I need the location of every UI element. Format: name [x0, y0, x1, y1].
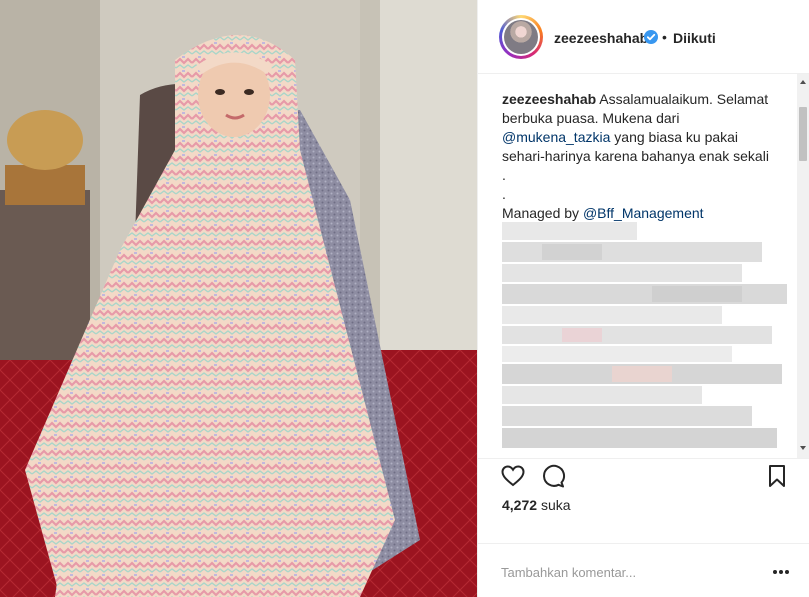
mention-link-management[interactable]: @Bff_Management	[583, 205, 704, 221]
follow-status-button[interactable]: Diikuti	[673, 30, 716, 46]
post-photo-illustration	[0, 0, 477, 597]
blurred-caption-content	[502, 222, 787, 454]
verified-badge-icon	[644, 30, 658, 44]
likes-count[interactable]: 4,272 suka	[502, 497, 571, 513]
scrollbar-thumb[interactable]	[799, 107, 807, 161]
caption-dot-2: .	[502, 186, 506, 202]
avatar[interactable]	[499, 15, 543, 59]
avatar-frame	[502, 18, 540, 56]
comment-input[interactable]	[501, 562, 741, 582]
likes-suffix: suka	[540, 497, 571, 513]
post-side-panel: zeezeeshahab • Diikuti zeezeeshahab Assa…	[477, 0, 809, 597]
caption: zeezeeshahab Assalamualaikum. Selamat be…	[502, 90, 772, 223]
username-link[interactable]: zeezeeshahab	[554, 30, 648, 46]
scroll-up-arrow-icon[interactable]	[797, 76, 809, 88]
post-actions: 4,272 suka	[478, 458, 809, 543]
caption-scrollbar[interactable]	[797, 74, 809, 458]
scroll-down-arrow-icon[interactable]	[797, 442, 809, 454]
likes-number: 4,272	[502, 497, 538, 513]
add-comment-section	[478, 543, 809, 597]
mention-link-mukena[interactable]: @mukena_tazkia	[502, 129, 610, 145]
avatar-image	[504, 20, 538, 54]
separator-dot: •	[662, 29, 667, 45]
caption-dot-1: .	[502, 167, 506, 183]
post-header: zeezeeshahab • Diikuti	[478, 0, 809, 74]
post-photo[interactable]	[0, 0, 477, 597]
bookmark-icon[interactable]	[766, 463, 788, 489]
caption-scroll-area[interactable]: zeezeeshahab Assalamualaikum. Selamat be…	[478, 74, 796, 457]
comment-icon[interactable]	[540, 463, 566, 489]
heart-icon[interactable]	[500, 463, 526, 489]
caption-username[interactable]: zeezeeshahab	[502, 91, 596, 107]
more-options-icon[interactable]	[772, 569, 790, 575]
managed-by-text: Managed by	[502, 205, 580, 221]
